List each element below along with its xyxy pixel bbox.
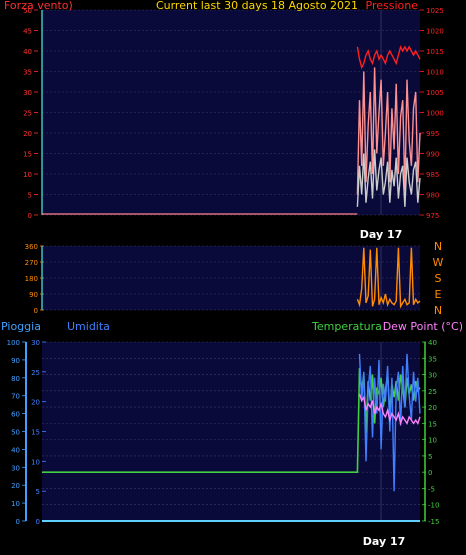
tick-label: 1020 xyxy=(426,28,444,36)
wind-axis-ticks: 05101520253035404550 xyxy=(23,7,43,220)
day-marker-label: Day 17 xyxy=(360,228,403,241)
temperature-label: Temperatura xyxy=(311,320,382,333)
tick-label: 360 xyxy=(25,243,38,251)
tick-label: 270 xyxy=(25,259,38,267)
tick-label: 35 xyxy=(23,69,32,77)
tick-label: 30 xyxy=(11,464,20,472)
compass-label: E xyxy=(435,288,442,301)
tick-label: 0 xyxy=(36,518,40,526)
tick-label: -10 xyxy=(428,502,439,510)
tick-label: 0 xyxy=(428,469,432,477)
tick-label: 100 xyxy=(7,339,20,347)
tick-label: 10 xyxy=(11,500,20,508)
chart-title: Current last 30 days 18 Agosto 2021 xyxy=(156,0,358,12)
rain-label: Pioggia xyxy=(1,320,41,333)
tick-label: 40 xyxy=(428,339,437,347)
tick-label: 30 xyxy=(23,89,32,97)
day-marker-label: Day 17 xyxy=(363,535,406,548)
tick-label: 1015 xyxy=(426,48,444,56)
tick-label: 180 xyxy=(25,275,38,283)
tick-label: 0 xyxy=(28,212,32,220)
tick-label: 80 xyxy=(11,375,20,383)
tick-label: -15 xyxy=(428,518,439,526)
compass-labels: NWSEN xyxy=(433,240,444,317)
tick-label: 0 xyxy=(16,518,20,526)
compass-label: S xyxy=(435,272,442,285)
tick-label: 20 xyxy=(11,482,20,490)
tick-label: 1010 xyxy=(426,69,444,77)
humidity-label: Umidita xyxy=(67,320,110,333)
compass-label: W xyxy=(433,256,444,269)
wind-axis-label: Forza vento) xyxy=(4,0,73,12)
direction-axis-ticks: 0 90 180 270 360 xyxy=(25,243,44,315)
tick-label: 40 xyxy=(11,446,20,454)
tick-label: 40 xyxy=(23,48,32,56)
tick-label: 30 xyxy=(31,339,40,347)
tick-label: 0 xyxy=(34,307,38,315)
tick-label: 20 xyxy=(31,399,40,407)
tick-label: 90 xyxy=(11,357,20,365)
tick-label: 20 xyxy=(428,404,437,412)
tick-label: 15 xyxy=(23,151,32,159)
tick-label: 10 xyxy=(31,458,40,466)
tick-label: 1000 xyxy=(426,110,444,118)
compass-label: N xyxy=(434,304,442,317)
tick-label: 60 xyxy=(11,411,20,419)
tick-label: 1025 xyxy=(426,7,444,15)
weather-chart: 05101520253035404550 9759809859909951000… xyxy=(1,0,463,548)
tick-label: 25 xyxy=(428,388,437,396)
tick-label: 15 xyxy=(31,429,40,437)
tick-label: 25 xyxy=(31,369,40,377)
tick-label: 975 xyxy=(426,212,439,220)
tick-label: 70 xyxy=(11,393,20,401)
tick-label: 25 xyxy=(23,110,32,118)
tick-label: 45 xyxy=(23,28,32,36)
compass-label: N xyxy=(434,240,442,253)
tick-label: 1005 xyxy=(426,89,444,97)
tick-label: 10 xyxy=(428,437,437,445)
tick-label: -5 xyxy=(428,485,435,493)
tick-label: 995 xyxy=(426,130,439,138)
dew-point-label: Dew Point (°C) xyxy=(383,320,463,333)
pressure-axis-ticks: 975 980 985 990 995 1000 1005 1010 1015 1020 1025 xyxy=(420,7,444,220)
tick-label: 30 xyxy=(428,372,437,380)
tick-label: 50 xyxy=(11,429,20,437)
tick-label: 5 xyxy=(36,488,40,496)
tick-label: 10 xyxy=(23,171,32,179)
pressure-axis-label: Pressione xyxy=(366,0,419,12)
tick-label: 5 xyxy=(28,192,32,200)
tick-label: 15 xyxy=(428,420,437,428)
temperature-axis-ticks: -15 -10 -5 0 5 10 15 20 25 30 35 40 xyxy=(422,339,439,526)
tick-label: 35 xyxy=(428,355,437,363)
tick-label: 90 xyxy=(29,291,38,299)
tick-label: 20 xyxy=(23,130,32,138)
tick-label: 990 xyxy=(426,151,439,159)
tick-label: 985 xyxy=(426,171,439,179)
tick-label: 980 xyxy=(426,192,439,200)
tick-label: 5 xyxy=(428,453,432,461)
temp-humidity-plot-area xyxy=(42,342,420,521)
rain-axis-ticks: 0 10 20 30 40 50 60 70 80 90 100 xyxy=(7,339,27,526)
